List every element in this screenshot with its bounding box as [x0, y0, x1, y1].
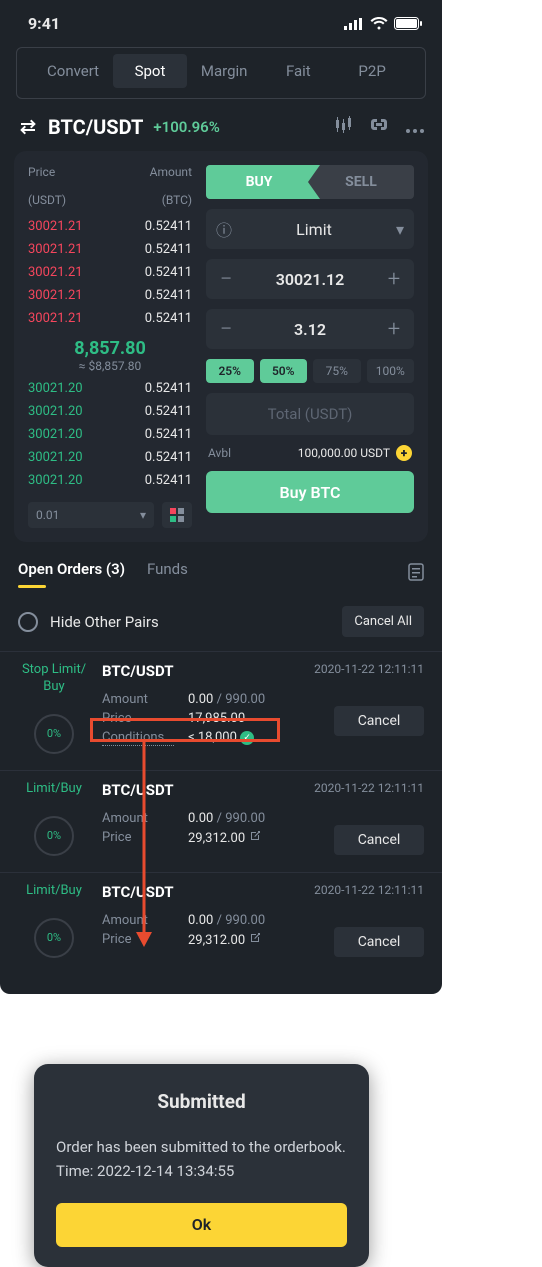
- sell-tab[interactable]: SELL: [308, 165, 414, 199]
- signal-icon: [344, 18, 364, 30]
- submit-buy-button[interactable]: Buy BTC: [206, 471, 414, 513]
- add-funds-icon[interactable]: +: [396, 445, 412, 461]
- avbl-label: Avbl: [208, 446, 231, 460]
- cancel-order-button[interactable]: Cancel: [334, 825, 424, 855]
- amount-input[interactable]: − 3.12 +: [206, 309, 414, 349]
- modal-ok-button[interactable]: Ok: [56, 1203, 347, 1247]
- bid-row[interactable]: 30021.200.52411: [28, 377, 192, 400]
- hide-pairs-row: Hide Other Pairs Cancel All: [0, 592, 442, 651]
- order-pair: BTC/USDT: [102, 883, 292, 901]
- order-pair: BTC/USDT: [102, 781, 292, 799]
- cancel-order-button[interactable]: Cancel: [334, 927, 424, 957]
- bid-row[interactable]: 30021.200.52411: [28, 469, 192, 492]
- modal-title: Submitted: [56, 1090, 347, 1113]
- order-item: Limit/Buy 0% BTC/USDT Amount0.00 / 990.0…: [0, 770, 442, 872]
- depth-step-select[interactable]: 0.01▾: [28, 502, 154, 528]
- tab-p2p[interactable]: P2P: [335, 54, 409, 88]
- minus-button[interactable]: −: [216, 267, 236, 292]
- order-time: 2020-11-22 12:11:11: [304, 883, 424, 897]
- cancel-all-button[interactable]: Cancel All: [342, 606, 424, 637]
- pct-25[interactable]: 25%: [206, 359, 254, 383]
- ob-price-label: Price: [28, 165, 66, 179]
- swap-icon[interactable]: [18, 117, 38, 137]
- pair-row: BTC/USDT +100.96%: [0, 99, 442, 151]
- bid-row[interactable]: 30021.200.52411: [28, 446, 192, 469]
- order-time: 2020-11-22 12:11:11: [304, 781, 424, 795]
- order-progress: 0%: [34, 714, 74, 754]
- orderbook: Price(USDT) Amount(BTC) 30021.210.52411 …: [28, 165, 192, 528]
- tab-convert[interactable]: Convert: [33, 54, 113, 88]
- battery-icon: [394, 17, 422, 30]
- mid-price: 8,857.80 ≈ $8,857.80: [28, 330, 192, 377]
- avbl-value: 100,000.00 USDT: [298, 446, 390, 460]
- ask-row[interactable]: 30021.210.52411: [28, 307, 192, 330]
- order-type-value: Limit: [296, 220, 332, 239]
- check-icon: ✓: [240, 731, 254, 745]
- share-icon[interactable]: [249, 830, 261, 846]
- status-bar: 9:41: [0, 0, 442, 41]
- modal-body: Order has been submitted to the orderboo…: [56, 1135, 347, 1183]
- orders-tabs: Open Orders (3) Funds: [0, 542, 442, 592]
- ob-amount-unit: (BTC): [150, 193, 192, 207]
- ask-row[interactable]: 30021.210.52411: [28, 238, 192, 261]
- ask-row[interactable]: 30021.210.52411: [28, 215, 192, 238]
- order-type: Limit/Buy: [18, 781, 90, 798]
- pct-100[interactable]: 100%: [367, 359, 415, 383]
- status-time: 9:41: [28, 14, 60, 33]
- pct-75[interactable]: 75%: [313, 359, 361, 383]
- pair-symbol[interactable]: BTC/USDT: [48, 115, 143, 139]
- plus-button[interactable]: +: [384, 267, 404, 292]
- order-type: Stop Limit/ Buy: [18, 662, 90, 696]
- ob-price-unit: (USDT): [28, 193, 66, 207]
- chevron-down-icon: ▾: [396, 220, 404, 239]
- plus-button[interactable]: +: [384, 317, 404, 342]
- linked-icon[interactable]: [370, 116, 388, 138]
- order-type: Limit/Buy: [18, 883, 90, 900]
- order-item: Stop Limit/ Buy 0% BTC/USDT Amount0.00 /…: [0, 651, 442, 770]
- buy-sell-toggle: BUY SELL: [206, 165, 414, 199]
- bid-row[interactable]: 30021.200.52411: [28, 400, 192, 423]
- history-icon[interactable]: [408, 563, 424, 585]
- tab-fait[interactable]: Fait: [261, 54, 335, 88]
- open-orders-tab[interactable]: Open Orders (3): [18, 560, 125, 588]
- total-input[interactable]: Total (USDT): [206, 393, 414, 435]
- wifi-icon: [370, 17, 388, 30]
- ask-row[interactable]: 30021.210.52411: [28, 284, 192, 307]
- tab-margin[interactable]: Margin: [187, 54, 262, 88]
- hide-pairs-checkbox[interactable]: [18, 612, 38, 632]
- share-icon[interactable]: [249, 932, 261, 948]
- cancel-order-button[interactable]: Cancel: [334, 706, 424, 736]
- order-time: 2020-11-22 12:11:11: [304, 662, 424, 676]
- order-progress: 0%: [34, 816, 74, 856]
- order-form: BUY SELL ⓘ Limit ▾ − 30021.12 + − 3.12 +…: [206, 165, 414, 528]
- market-tabs: Convert Spot Margin Fait P2P: [16, 47, 426, 99]
- minus-button[interactable]: −: [216, 317, 236, 342]
- more-icon[interactable]: [406, 118, 424, 137]
- ob-amount-label: Amount: [150, 165, 192, 179]
- chevron-down-icon: ▾: [140, 508, 146, 522]
- orderbook-layout-button[interactable]: [162, 502, 192, 528]
- candlestick-icon[interactable]: [334, 116, 352, 138]
- pair-change: +100.96%: [153, 118, 219, 136]
- funds-tab[interactable]: Funds: [147, 560, 188, 588]
- buy-tab[interactable]: BUY: [206, 165, 320, 199]
- bid-row[interactable]: 30021.200.52411: [28, 423, 192, 446]
- status-icons: [344, 17, 422, 30]
- submitted-modal: Submitted Order has been submitted to th…: [34, 1064, 369, 1267]
- info-icon[interactable]: ⓘ: [216, 217, 232, 241]
- percent-row: 25% 50% 75% 100%: [206, 359, 414, 383]
- order-type-select[interactable]: ⓘ Limit ▾: [206, 209, 414, 249]
- available-row: Avbl 100,000.00 USDT +: [206, 445, 414, 461]
- ask-row[interactable]: 30021.210.52411: [28, 261, 192, 284]
- price-input[interactable]: − 30021.12 +: [206, 259, 414, 299]
- order-item: Limit/Buy 0% BTC/USDT Amount0.00 / 990.0…: [0, 872, 442, 974]
- tab-spot[interactable]: Spot: [113, 54, 187, 88]
- pct-50[interactable]: 50%: [260, 359, 308, 383]
- order-pair: BTC/USDT: [102, 662, 292, 680]
- trade-panel: Price(USDT) Amount(BTC) 30021.210.52411 …: [14, 151, 428, 542]
- hide-pairs-label: Hide Other Pairs: [50, 613, 159, 631]
- order-progress: 0%: [34, 918, 74, 958]
